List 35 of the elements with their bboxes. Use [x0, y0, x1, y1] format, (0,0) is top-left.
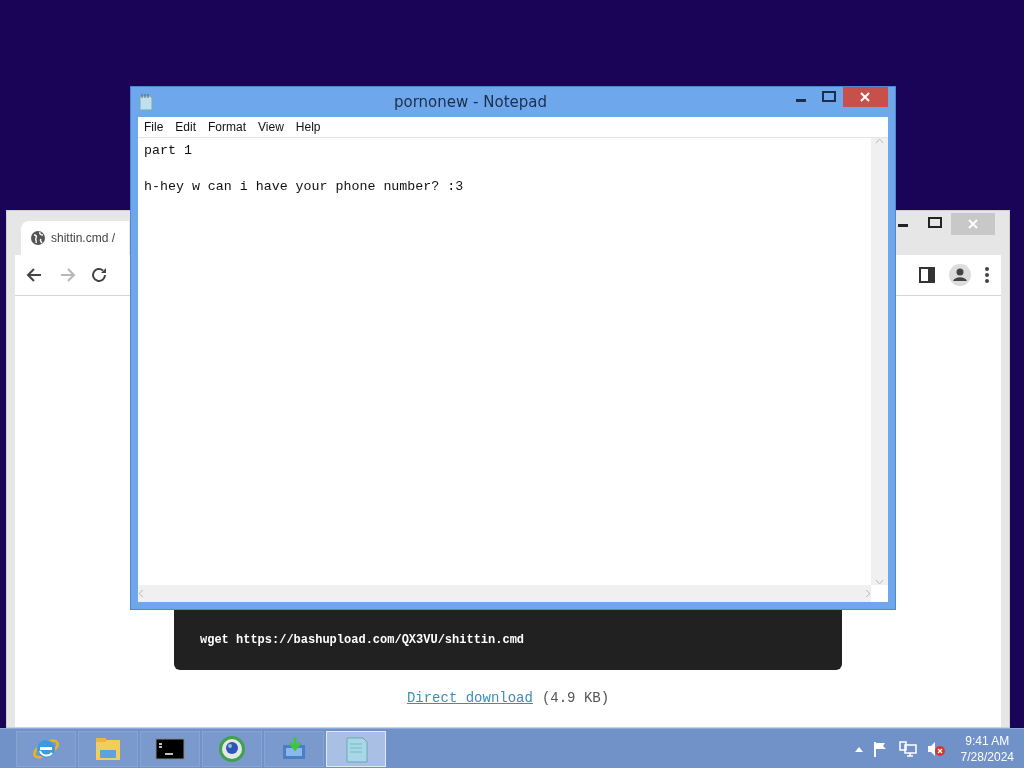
- clock-time: 9:41 AM: [965, 732, 1010, 749]
- flag-icon[interactable]: [872, 740, 889, 757]
- taskbar-button[interactable]: [140, 730, 200, 767]
- download-link[interactable]: Direct download: [406, 690, 533, 706]
- globe-icon: [30, 230, 46, 246]
- horizontal-scrollbar[interactable]: [138, 585, 871, 602]
- globe-icon: [217, 733, 247, 764]
- speaker-muted-icon[interactable]: [926, 740, 945, 757]
- minimize-icon: [898, 224, 908, 227]
- menu-item[interactable]: View: [252, 120, 290, 134]
- menu-item[interactable]: Edit: [169, 120, 203, 134]
- menu-item[interactable]: Help: [289, 120, 327, 134]
- clock-date: 7/28/2024: [960, 748, 1014, 765]
- menu-item[interactable]: File: [138, 120, 170, 134]
- scroll-right-icon[interactable]: [865, 589, 871, 598]
- avatar-icon[interactable]: [949, 264, 971, 286]
- scroll-down-icon[interactable]: [875, 579, 884, 585]
- caret-up-icon[interactable]: [854, 745, 863, 752]
- taskbar-button[interactable]: [202, 730, 262, 767]
- command-text: wget https://bashupload.com/QX3VU/shittin.cmd: [174, 610, 842, 670]
- scroll-up-icon[interactable]: [875, 138, 884, 144]
- vertical-scrollbar[interactable]: [871, 138, 888, 585]
- close-icon: [951, 213, 995, 235]
- reload-icon[interactable]: [89, 265, 109, 285]
- scroll-left-icon[interactable]: [138, 589, 144, 598]
- menu-item[interactable]: Format: [202, 120, 253, 134]
- browser-tab[interactable]: shittin.cmd /: [21, 221, 129, 255]
- tab-title: shittin.cmd /: [51, 231, 116, 245]
- notepad-icon: [138, 93, 154, 111]
- menu-icon[interactable]: [983, 265, 991, 285]
- network-icon[interactable]: [898, 740, 917, 757]
- file-size: (4.9 KB): [541, 690, 610, 706]
- window-title: pornonew - Notepad: [393, 93, 548, 111]
- side-panel-icon[interactable]: [917, 265, 937, 285]
- close-icon[interactable]: [843, 87, 888, 107]
